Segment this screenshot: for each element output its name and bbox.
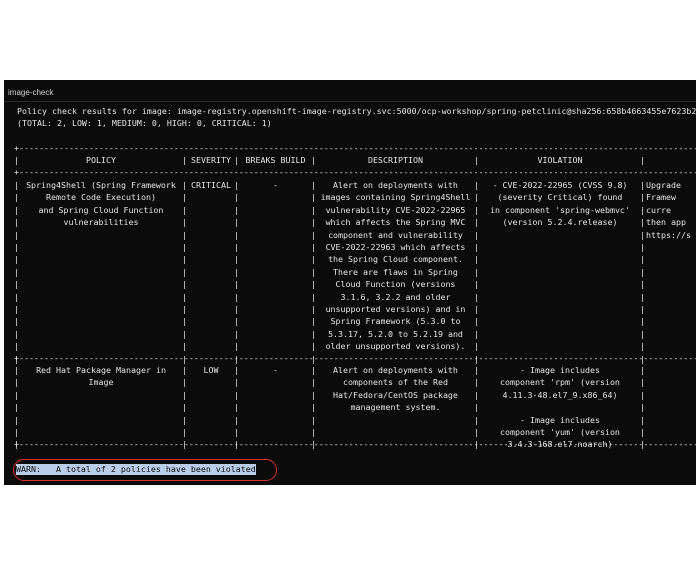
column-separator: | | | | | | | — [640, 365, 645, 450]
column-separator: | — [474, 155, 479, 165]
column-separator: | — [14, 155, 19, 165]
result-line: Policy check results for image: image-re… — [17, 106, 696, 116]
column-separator: | | | | | | | — [14, 365, 19, 450]
header-description: DESCRIPTION — [368, 155, 423, 165]
header-policy: POLICY — [86, 155, 116, 165]
cell-severity: LOW — [203, 365, 219, 375]
totals-line: (TOTAL: 2, LOW: 1, MEDIUM: 0, HIGH: 0, C… — [17, 118, 272, 128]
cell-description: Alert on deployments with images contain… — [320, 180, 471, 352]
column-separator: | | | | | | | — [474, 365, 479, 450]
cell-severity: CRITICAL — [191, 180, 231, 190]
column-separator: | — [311, 155, 316, 165]
terminal-output[interactable]: Policy check results for image: image-re… — [4, 80, 696, 485]
table-header-border: +---------------------------------------… — [14, 167, 696, 177]
column-separator: | | | | | | | | | | | | | | | — [182, 180, 187, 364]
column-separator: | | | | | | | | | | | | | | | — [640, 180, 645, 364]
column-separator: | | | | | | | | | | | | | | | — [474, 180, 479, 364]
cell-breaks-build: - — [273, 365, 278, 375]
table-row-border: +---------------------------------------… — [14, 353, 696, 363]
column-separator: | | | | | | | | | | | | | | | — [14, 180, 19, 364]
column-separator: | | | | | | | | | | | | | | | — [311, 180, 316, 364]
column-separator: | | | | | | | — [182, 365, 187, 450]
cell-breaks-build: - — [273, 180, 278, 190]
column-separator: | — [182, 155, 187, 165]
header-breaks-build: BREAKS BUILD — [245, 155, 306, 165]
column-separator: | — [234, 155, 239, 165]
cell-violation: - CVE-2022-22965 (CVSS 9.8) (severity Cr… — [490, 180, 630, 228]
header-severity: SEVERITY — [191, 155, 231, 165]
warning-message[interactable]: WARN: A total of 2 policies have been vi… — [16, 464, 256, 475]
column-separator: | | | | | | | — [234, 365, 239, 450]
cell-violation: - Image includes component 'rpm' (versio… — [500, 365, 620, 450]
terminal-window: image-check Policy check results for ima… — [4, 80, 696, 485]
cell-policy: Red Hat Package Manager in Image — [36, 365, 166, 388]
header-violation: VIOLATION — [537, 155, 583, 165]
table-top-border: +---------------------------------------… — [14, 143, 696, 153]
column-separator: | — [640, 155, 645, 165]
column-separator: | | | | | | | — [311, 365, 316, 450]
cell-policy: Spring4Shell (Spring Framework Remote Co… — [26, 180, 176, 228]
column-separator: | | | | | | | | | | | | | | | — [234, 180, 239, 364]
cell-remediation: Upgrade Framew curre then app https://s — [646, 180, 691, 240]
cell-description: Alert on deployments with components of … — [333, 365, 458, 413]
